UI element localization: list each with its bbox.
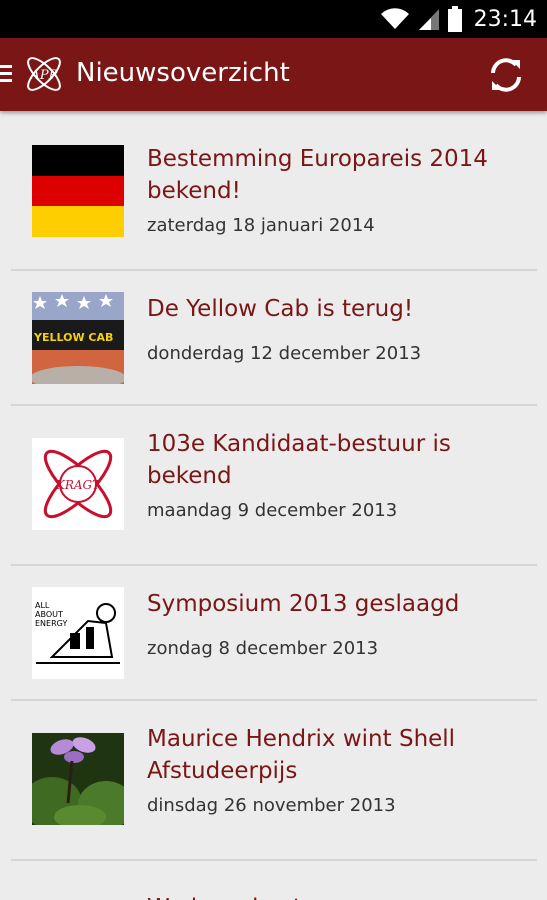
item-date: maandag 9 december 2013 (147, 500, 398, 521)
item-title: 103e Kandidaat-bestuur is bekend (147, 431, 451, 489)
flower-thumbnail (32, 733, 124, 825)
kragt-logo-thumbnail: KRAGT (32, 438, 124, 530)
item-title: Symposium 2013 geslaagd (147, 591, 460, 617)
list-item[interactable]: Wedynechest... (0, 861, 547, 900)
list-item[interactable]: Maurice Hendrix wint Shell Afstudeerpijs… (0, 701, 547, 859)
item-title: De Yellow Cab is terug! (147, 296, 414, 322)
kragt-logo-text: KRAGT (55, 478, 101, 492)
item-title: Wedynechest... (147, 892, 527, 900)
item-date: zaterdag 18 januari 2014 (147, 215, 375, 236)
germany-flag-thumbnail (32, 145, 124, 237)
yellow-cab-thumbnail: YELLOW CAB (32, 292, 124, 384)
symposium-logo-text: ALL ABOUT ENERGY (35, 601, 68, 628)
list-item[interactable]: Bestemming Europareis 2014 bekend! zater… (0, 111, 547, 269)
list-item[interactable]: KRAGT 103e Kandidaat-bestuur is bekend m… (0, 406, 547, 564)
status-icons: 23:14 (380, 0, 537, 38)
app-logo[interactable]: APP (20, 50, 68, 98)
action-bar: APP Nieuwsoverzicht (0, 38, 547, 111)
battery-icon (447, 6, 462, 32)
status-time: 23:14 (473, 6, 537, 32)
list-item[interactable]: YELLOW CAB De Yellow Cab is terug! donde… (0, 271, 547, 404)
menu-icon[interactable] (0, 62, 14, 86)
list-item[interactable]: ALL ABOUT ENERGY Symposium 2013 geslaagd… (0, 566, 547, 699)
app-logo-text: APP (30, 68, 58, 83)
wifi-icon (380, 8, 409, 30)
page-title: Nieuwsoverzicht (76, 58, 290, 88)
symposium-logo-thumbnail: ALL ABOUT ENERGY (32, 587, 124, 679)
status-bar: 23:14 (0, 0, 547, 38)
yellow-cab-label: YELLOW CAB (34, 331, 114, 344)
news-list[interactable]: Bestemming Europareis 2014 bekend! zater… (0, 111, 547, 900)
signal-icon (418, 9, 439, 30)
item-date: zondag 8 december 2013 (147, 638, 379, 659)
refresh-icon[interactable] (487, 56, 525, 94)
item-title: Maurice Hendrix wint Shell Afstudeerpijs (147, 726, 456, 784)
item-date: donderdag 12 december 2013 (147, 343, 422, 364)
item-title: Bestemming Europareis 2014 bekend! (147, 146, 488, 204)
item-date: dinsdag 26 november 2013 (147, 795, 396, 816)
